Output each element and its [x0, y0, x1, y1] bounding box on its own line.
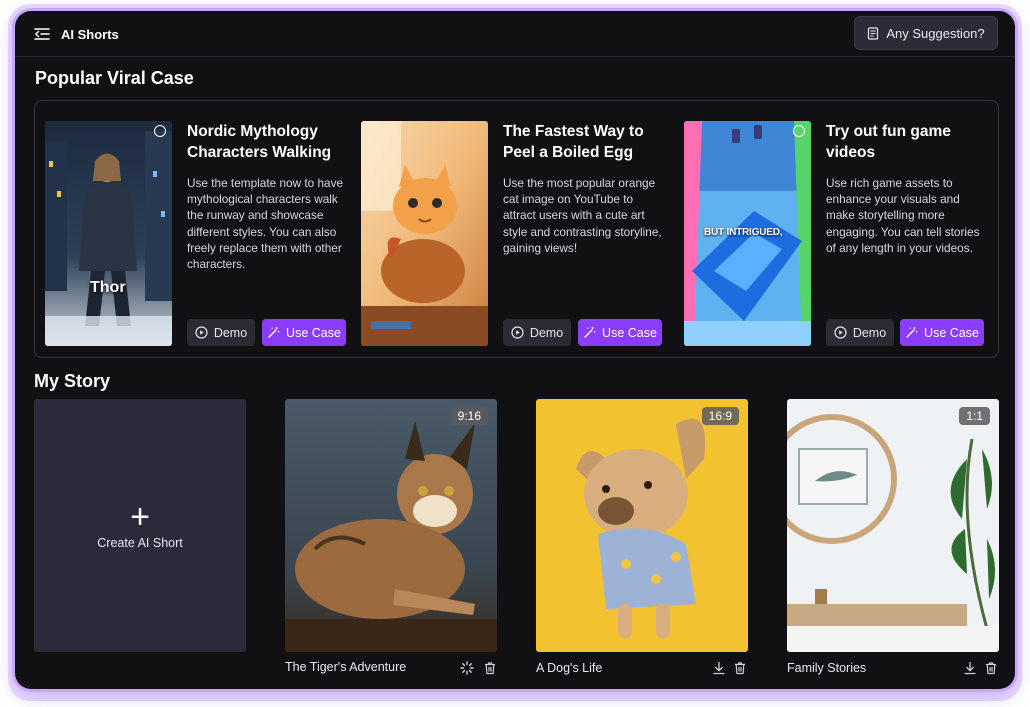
demo-label: Demo	[529, 325, 564, 340]
story-card-tiger[interactable]: 9:16	[285, 399, 497, 652]
aspect-ratio-badge: 9:16	[450, 407, 488, 425]
play-circle-icon	[511, 326, 524, 339]
case-card-egg: The Fastest Way to Peel a Boiled Egg Use…	[361, 121, 671, 347]
story-card-family[interactable]: 1:1	[787, 399, 999, 652]
top-bar: AI Shorts Any Suggestion?	[15, 11, 1015, 57]
trash-icon[interactable]	[984, 661, 998, 675]
play-circle-icon	[195, 326, 208, 339]
use-case-button[interactable]: Use Case	[900, 319, 984, 346]
case-card-nordic: Thor Nordic Mythology Characters Walking…	[45, 121, 355, 347]
viral-case-panel: Thor Nordic Mythology Characters Walking…	[34, 100, 999, 358]
demo-button[interactable]: Demo	[503, 319, 571, 346]
magic-wand-icon	[268, 327, 280, 338]
case-thumbnail[interactable]: Thor	[45, 121, 172, 346]
create-ai-short-card[interactable]: + Create AI Short	[34, 399, 246, 652]
loading-spinner-icon	[460, 661, 474, 675]
story-name: Family Stories	[787, 661, 867, 675]
app-window: AI Shorts Any Suggestion? Popular Viral …	[15, 11, 1015, 689]
feedback-icon	[868, 26, 879, 40]
download-icon[interactable]	[712, 661, 726, 675]
story-name: A Dog's Life	[536, 661, 603, 675]
trash-icon[interactable]	[483, 661, 497, 675]
cat-chicken-image	[361, 121, 488, 346]
aspect-ratio-badge: 1:1	[959, 407, 990, 425]
suggestion-button[interactable]: Any Suggestion?	[854, 16, 998, 50]
demo-label: Demo	[852, 325, 887, 340]
thor-image	[45, 121, 172, 346]
case-title: Try out fun game videos	[826, 123, 951, 161]
use-case-label: Use Case	[286, 325, 341, 340]
plus-icon: +	[130, 497, 150, 536]
popular-heading: Popular Viral Case	[35, 68, 194, 88]
suggestion-label: Any Suggestion?	[886, 25, 985, 41]
dog-image	[536, 399, 748, 652]
case-card-game: BUT INTRIGUED, Try out fun game videos U…	[684, 121, 994, 347]
magic-wand-icon	[584, 327, 596, 338]
use-case-button[interactable]: Use Case	[578, 319, 662, 346]
room-image	[787, 399, 999, 652]
story-heading: My Story	[34, 371, 111, 391]
case-title: The Fastest Way to Peel a Boiled Egg	[503, 123, 644, 161]
case-thumbnail[interactable]: BUT INTRIGUED,	[684, 121, 811, 346]
thumbnail-caption: BUT INTRIGUED,	[704, 227, 783, 238]
magic-wand-icon	[906, 327, 918, 338]
use-case-label: Use Case	[924, 325, 979, 340]
download-icon[interactable]	[963, 661, 977, 675]
demo-button[interactable]: Demo	[187, 319, 255, 346]
play-icon	[793, 125, 805, 137]
thumbnail-label: Thor	[90, 279, 126, 296]
demo-label: Demo	[213, 325, 248, 340]
aspect-ratio-badge: 16:9	[701, 407, 739, 425]
case-thumbnail[interactable]	[361, 121, 488, 346]
trash-icon[interactable]	[733, 661, 747, 675]
story-card-dog[interactable]: 16:9	[536, 399, 748, 652]
story-name: The Tiger's Adventure	[285, 660, 407, 674]
play-icon	[154, 125, 166, 137]
use-case-button[interactable]: Use Case	[262, 319, 346, 346]
case-description: Use rich game assets to enhance your vis…	[826, 176, 980, 255]
create-label: Create AI Short	[97, 535, 183, 550]
case-description: Use the template now to have mythologica…	[187, 176, 344, 272]
collapse-menu-icon[interactable]	[34, 26, 50, 42]
case-title: Nordic Mythology Characters Walking	[187, 123, 332, 161]
lynx-image	[285, 399, 497, 652]
play-circle-icon	[834, 326, 847, 339]
demo-button[interactable]: Demo	[826, 319, 894, 346]
app-title: AI Shorts	[61, 27, 119, 42]
case-description: Use the most popular orange cat image on…	[503, 176, 662, 255]
use-case-label: Use Case	[602, 325, 657, 340]
